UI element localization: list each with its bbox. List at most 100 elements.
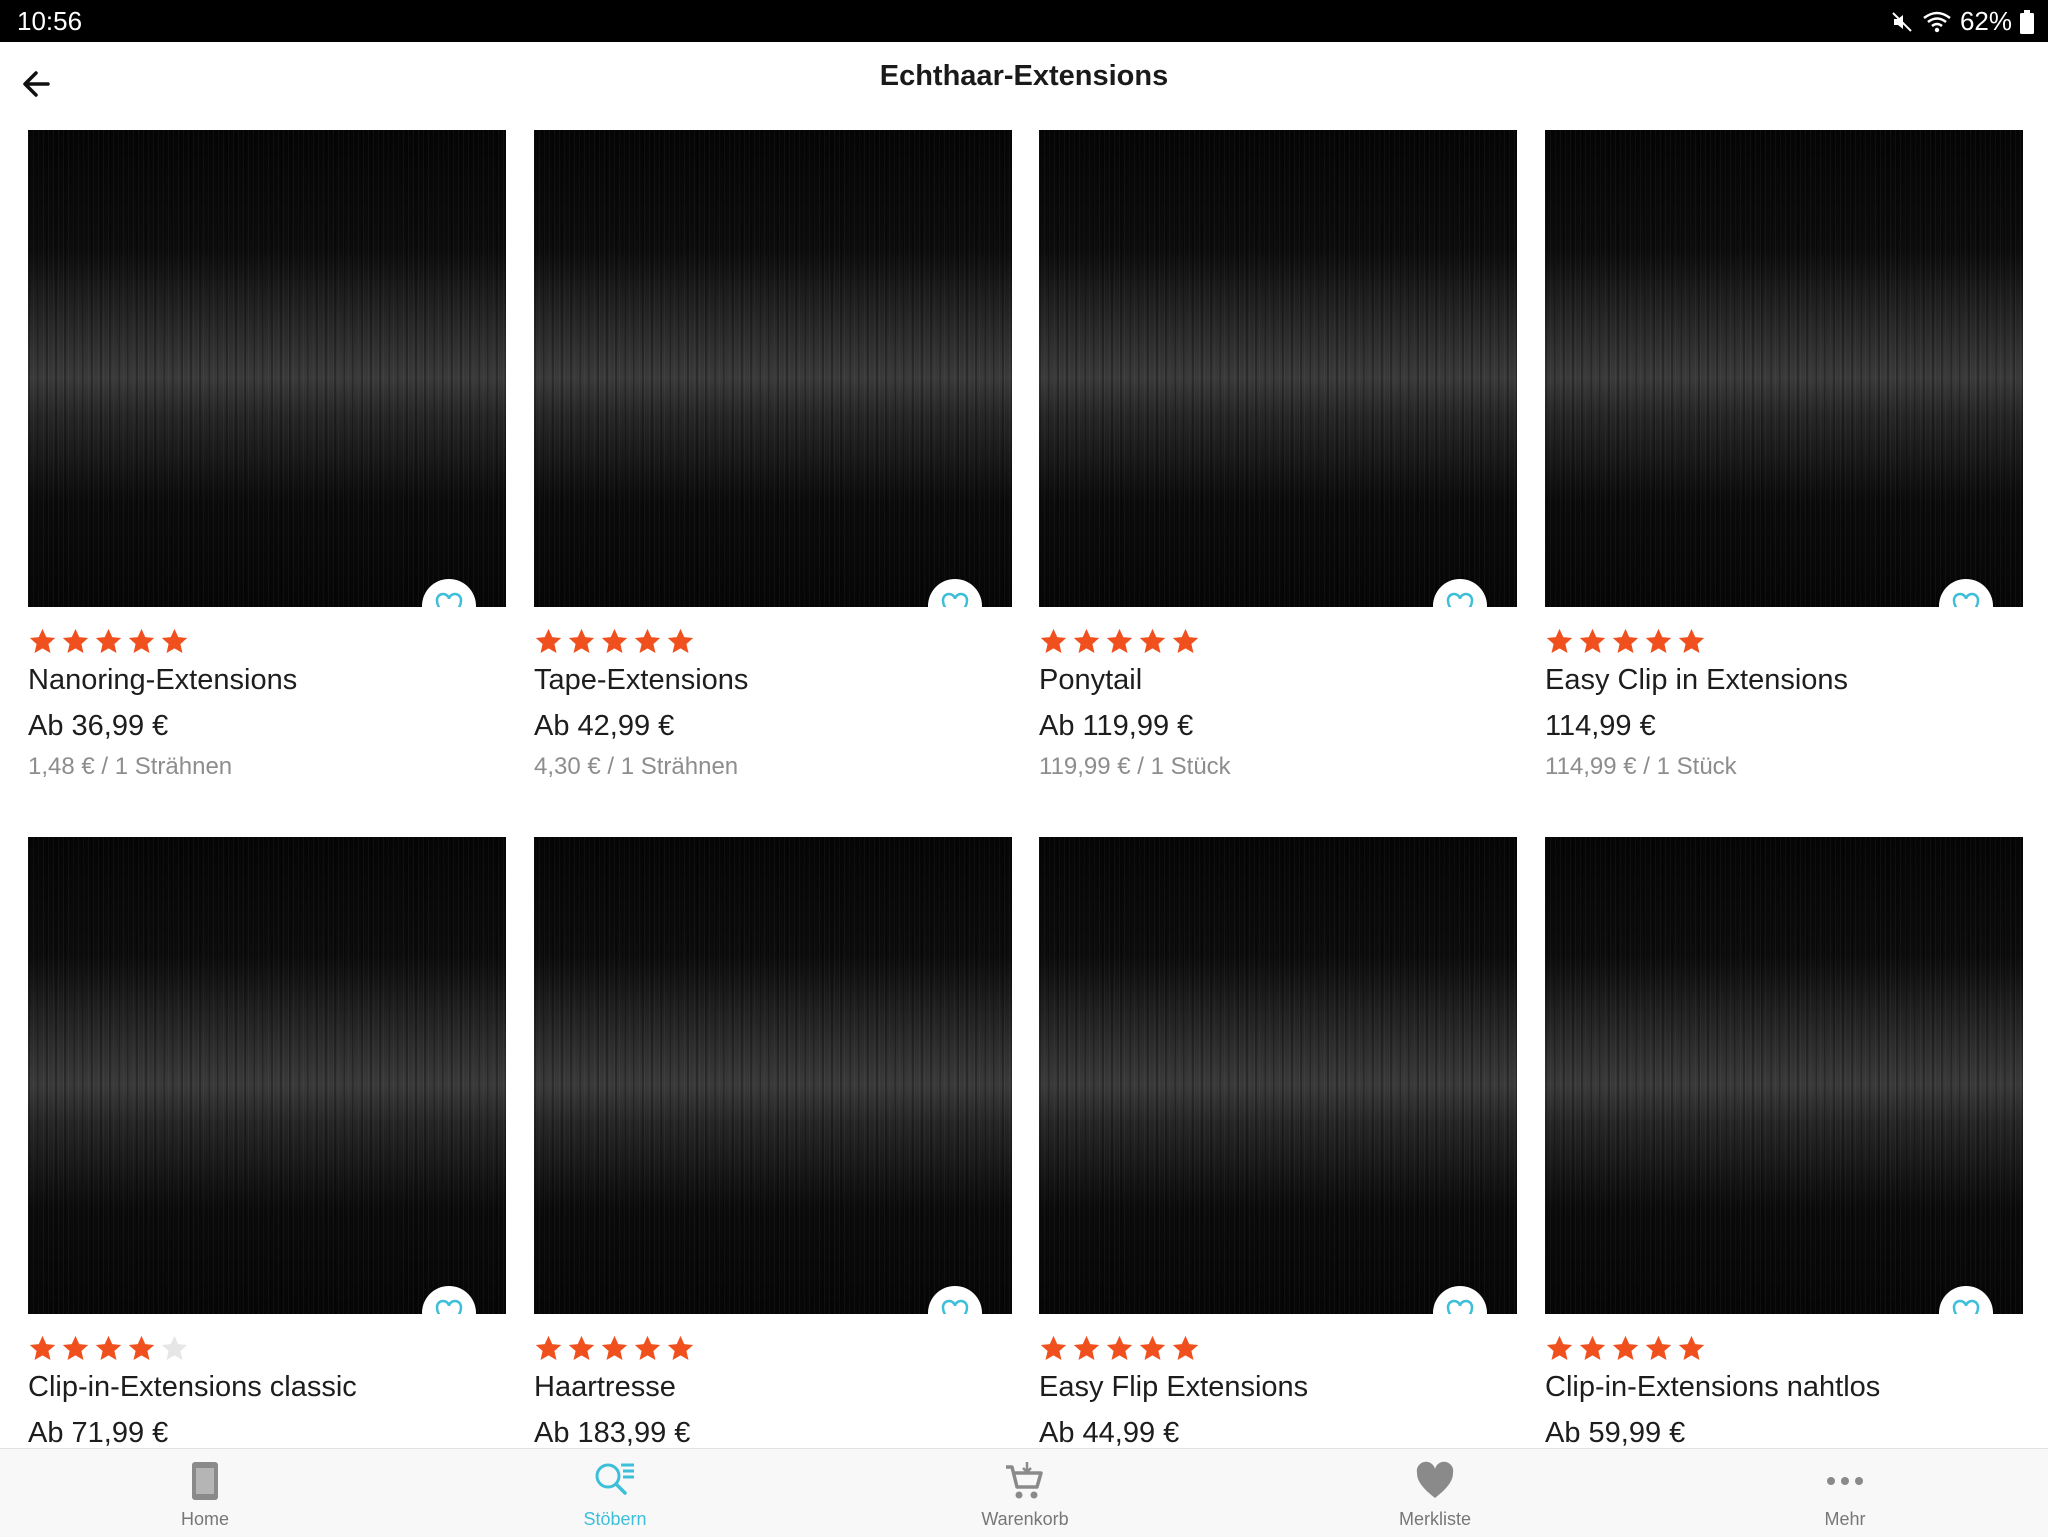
cart-icon <box>1006 1462 1043 1499</box>
product-price: Ab 119,99 € <box>1039 710 1194 742</box>
rating-stars <box>534 627 695 656</box>
heart-outline-icon <box>1446 1299 1474 1314</box>
star-filled-icon <box>601 1335 628 1360</box>
heart-outline-icon <box>435 1299 463 1314</box>
product-card[interactable]: Tape-Extensions Ab 42,99 € 4,30 € / 1 St… <box>534 130 1012 780</box>
star-filled-icon <box>1040 628 1067 653</box>
star-filled-icon <box>128 628 155 653</box>
rating-stars <box>28 627 189 656</box>
star-filled-icon <box>1139 628 1166 653</box>
favorite-button[interactable] <box>928 579 982 607</box>
star-filled-icon <box>1040 1335 1067 1360</box>
star-filled-icon <box>161 628 188 653</box>
product-price: Ab 36,99 € <box>28 710 169 742</box>
mute-icon <box>1890 10 1914 34</box>
star-filled-icon <box>568 1335 595 1360</box>
heart-outline-icon <box>1952 1299 1980 1314</box>
product-name: Easy Clip in Extensions <box>1545 664 1849 696</box>
product-name: Nanoring-Extensions <box>28 664 298 696</box>
star-filled-icon <box>1612 1335 1639 1360</box>
app-bar: Echthaar-Extensions <box>0 42 2048 122</box>
product-card[interactable]: Nanoring-Extensions Ab 36,99 € 1,48 € / … <box>28 130 506 780</box>
nav-home[interactable]: Home <box>0 1449 410 1537</box>
nav-mehr-label: Mehr <box>1824 1509 1866 1529</box>
heart-outline-icon <box>941 592 969 607</box>
star-filled-icon <box>667 628 694 653</box>
product-image[interactable] <box>1545 837 2023 1314</box>
star-filled-icon <box>1073 1335 1100 1360</box>
product-name: Clip-in-Extensions nahtlos <box>1545 1371 1881 1403</box>
rating-stars <box>1545 1334 1706 1363</box>
unit-price: 114,99 € / 1 Stück <box>1545 753 1737 780</box>
favorite-button[interactable] <box>422 1286 476 1314</box>
product-image[interactable] <box>1039 130 1517 607</box>
rating-stars <box>1545 627 1706 656</box>
star-filled-icon <box>634 628 661 653</box>
star-filled-icon <box>1612 628 1639 653</box>
bottom-navigation: Home Stöbern Warenkorb Merkliste Mehr <box>0 1448 2048 1537</box>
favorite-button[interactable] <box>422 579 476 607</box>
product-name: Haartresse <box>534 1371 676 1403</box>
star-filled-icon <box>1678 1335 1705 1360</box>
product-card[interactable]: Easy Clip in Extensions 114,99 € 114,99 … <box>1545 130 2023 780</box>
product-image[interactable] <box>1039 837 1517 1314</box>
star-filled-icon <box>1645 1335 1672 1360</box>
product-price: 114,99 € <box>1545 710 1656 742</box>
battery-percent: 62% <box>1959 6 2012 36</box>
nav-merkliste-label: Merkliste <box>1398 1509 1471 1529</box>
status-bar: 10:56 62% <box>0 0 2048 42</box>
nav-stoebern-label: Stöbern <box>583 1509 647 1529</box>
favorite-button[interactable] <box>1939 1286 1993 1314</box>
favorite-button[interactable] <box>1433 1286 1487 1314</box>
star-filled-icon <box>1106 1335 1133 1360</box>
star-filled-icon <box>29 1335 56 1360</box>
product-image[interactable] <box>28 837 506 1314</box>
star-filled-icon <box>568 628 595 653</box>
star-filled-icon <box>601 628 628 653</box>
star-filled-icon <box>1579 628 1606 653</box>
nav-warenkorb[interactable]: Warenkorb <box>820 1449 1230 1537</box>
product-price: Ab 71,99 € <box>28 1417 169 1449</box>
product-name: Easy Flip Extensions <box>1039 1371 1309 1403</box>
nav-merkliste[interactable]: Merkliste <box>1230 1449 1640 1537</box>
home-icon <box>192 1462 218 1500</box>
product-name: Clip-in-Extensions classic <box>28 1371 357 1403</box>
rating-stars <box>1039 1334 1200 1363</box>
star-filled-icon <box>29 628 56 653</box>
product-name: Ponytail <box>1039 664 1143 696</box>
star-filled-icon <box>95 1335 122 1360</box>
star-filled-icon <box>128 1335 155 1360</box>
rating-stars <box>28 1334 189 1363</box>
heart-outline-icon <box>1446 592 1474 607</box>
heart-icon <box>1416 1461 1454 1498</box>
product-image[interactable] <box>28 130 506 607</box>
heart-outline-icon <box>1952 592 1980 607</box>
heart-outline-icon <box>941 1299 969 1314</box>
heart-outline-icon <box>435 592 463 607</box>
star-filled-icon <box>634 1335 661 1360</box>
star-filled-icon <box>1106 628 1133 653</box>
favorite-button[interactable] <box>1939 579 1993 607</box>
nav-stoebern[interactable]: Stöbern <box>410 1449 820 1537</box>
star-filled-icon <box>1678 628 1705 653</box>
star-filled-icon <box>1546 1335 1573 1360</box>
product-card[interactable]: Ponytail Ab 119,99 € 119,99 € / 1 Stück <box>1039 130 1517 780</box>
product-image[interactable] <box>534 837 1012 1314</box>
star-filled-icon <box>62 1335 89 1360</box>
product-image[interactable] <box>534 130 1012 607</box>
product-image[interactable] <box>1545 130 2023 607</box>
status-time: 10:56 <box>17 6 83 36</box>
nav-home-label: Home <box>180 1509 229 1529</box>
star-filled-icon <box>1645 628 1672 653</box>
more-icon <box>1827 1477 1863 1485</box>
product-card[interactable]: Easy Flip Extensions Ab 44,99 € <box>1039 837 1517 1449</box>
product-card[interactable]: Clip-in-Extensions classic Ab 71,99 € <box>28 837 506 1449</box>
star-filled-icon <box>95 628 122 653</box>
nav-mehr[interactable]: Mehr <box>1640 1449 2048 1537</box>
product-price: Ab 42,99 € <box>534 710 675 742</box>
unit-price: 4,30 € / 1 Strähnen <box>534 753 739 780</box>
favorite-button[interactable] <box>1433 579 1487 607</box>
favorite-button[interactable] <box>928 1286 982 1314</box>
product-card[interactable]: Haartresse Ab 183,99 € <box>534 837 1012 1449</box>
product-card[interactable]: Clip-in-Extensions nahtlos Ab 59,99 € <box>1545 837 2023 1449</box>
